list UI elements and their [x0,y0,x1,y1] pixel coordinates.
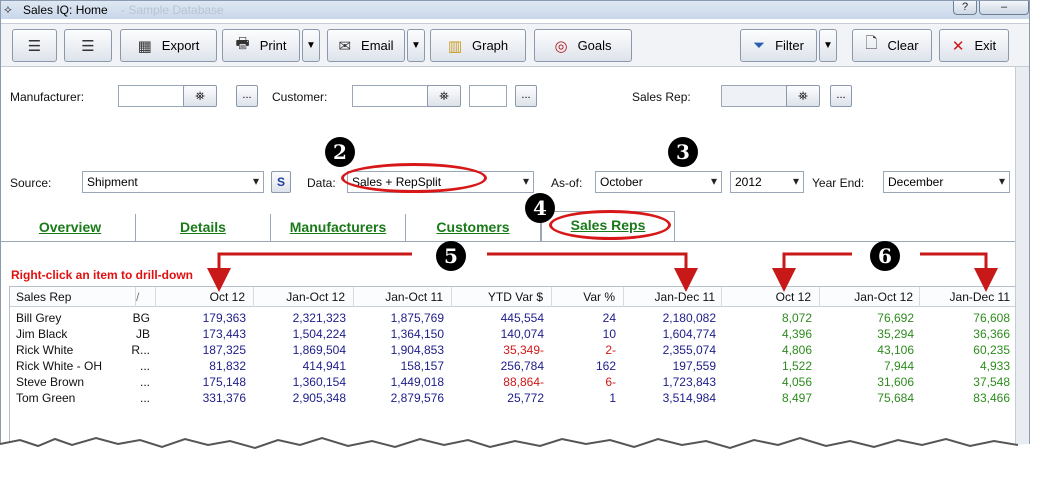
arrow-6-right [920,252,998,292]
callout-arrows [207,252,998,292]
arrow-6-left [772,252,852,292]
arrow-5-right [487,252,698,292]
arrow-5-left [207,252,412,292]
torn-edge [0,436,1050,479]
